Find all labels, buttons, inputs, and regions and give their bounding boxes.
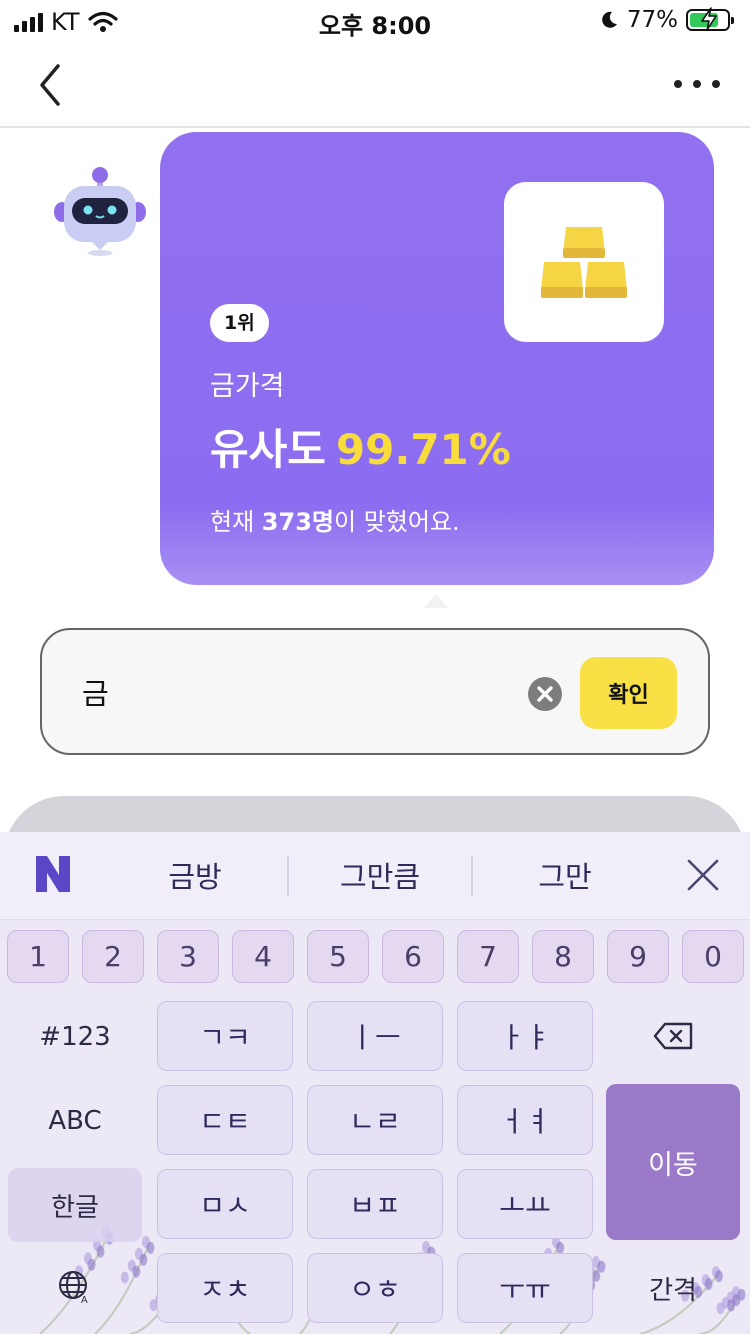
- battery-percent: 77%: [626, 7, 678, 33]
- more-dot: [674, 80, 682, 88]
- close-suggestions-icon[interactable]: [686, 858, 720, 892]
- key-digeut-tieut[interactable]: ㄷㅌ: [157, 1085, 293, 1155]
- move-key[interactable]: 이동: [606, 1084, 740, 1240]
- key-i-eu[interactable]: ㅣㅡ: [307, 1001, 443, 1071]
- moon-icon: [602, 11, 617, 28]
- language-key[interactable]: A: [8, 1252, 142, 1322]
- key-ieung-hieut[interactable]: ㅇㅎ: [307, 1253, 443, 1323]
- key-7[interactable]: 7: [457, 930, 519, 983]
- tooltip-arrow: [424, 594, 448, 608]
- robot-avatar-icon: [54, 167, 146, 256]
- count-suffix: 이 맞혔어요.: [333, 508, 460, 536]
- key-eo-yeo[interactable]: ㅓㅕ: [457, 1085, 593, 1155]
- suggestion-divider: [471, 856, 473, 896]
- suggestion-3[interactable]: 그만: [520, 854, 610, 896]
- key-o-yo[interactable]: ㅗㅛ: [457, 1169, 593, 1239]
- key-8[interactable]: 8: [532, 930, 594, 983]
- backspace-icon: [653, 1022, 693, 1050]
- more-dot: [693, 80, 701, 88]
- chevron-left-icon: [40, 64, 60, 106]
- key-mieum-siot[interactable]: ㅁㅅ: [157, 1169, 293, 1239]
- key-a-ya[interactable]: ㅏㅑ: [457, 1001, 593, 1071]
- hangul-key[interactable]: 한글: [8, 1168, 142, 1242]
- suggestion-divider: [287, 856, 289, 896]
- svg-text:A: A: [81, 1295, 88, 1305]
- key-6[interactable]: 6: [382, 930, 444, 983]
- space-key[interactable]: 간격: [606, 1253, 740, 1323]
- similarity-line: 유사도 99.71%: [210, 416, 511, 477]
- keyboard: 금방 그만큼 그만 1 2 3 4 5 6 7 8 9 0 #123 ABC 한…: [0, 832, 750, 1334]
- confirm-button[interactable]: 확인: [580, 657, 677, 729]
- key-5[interactable]: 5: [307, 930, 369, 983]
- key-9[interactable]: 9: [607, 930, 669, 983]
- suggestion-2[interactable]: 그만큼: [318, 854, 442, 896]
- abc-key[interactable]: ABC: [8, 1086, 142, 1156]
- similarity-value: 99.71%: [335, 425, 511, 474]
- nav-bar: [0, 42, 750, 128]
- charging-bolt-icon: [701, 7, 717, 31]
- key-2[interactable]: 2: [82, 930, 144, 983]
- symbols-key[interactable]: #123: [8, 1002, 142, 1072]
- close-icon: [537, 686, 553, 702]
- suggestion-bar: 금방 그만큼 그만: [0, 832, 750, 920]
- key-3[interactable]: 3: [157, 930, 219, 983]
- suggestion-1[interactable]: 금방: [150, 854, 240, 896]
- key-u-yu[interactable]: ㅜㅠ: [457, 1253, 593, 1323]
- clear-button[interactable]: [528, 677, 562, 711]
- back-button[interactable]: [28, 60, 78, 110]
- key-0[interactable]: 0: [682, 930, 744, 983]
- answer-input[interactable]: [82, 666, 512, 718]
- similarity-label: 유사도: [210, 425, 326, 474]
- more-dot: [712, 80, 720, 88]
- status-bar: KT 오후 8:00 77%: [0, 0, 750, 42]
- backspace-key[interactable]: [606, 1001, 740, 1071]
- count-prefix: 현재: [210, 508, 262, 536]
- more-button[interactable]: [674, 72, 720, 96]
- result-card: 1위 금가격 유사도 99.71% 현재 373명이 맞혔어요.: [160, 132, 714, 585]
- key-nieun-rieul[interactable]: ㄴㄹ: [307, 1085, 443, 1155]
- key-jieut-chieut[interactable]: ㅈㅊ: [157, 1253, 293, 1323]
- key-1[interactable]: 1: [7, 930, 69, 983]
- naver-logo-icon[interactable]: [34, 854, 72, 894]
- rank-badge: 1위: [210, 304, 269, 342]
- globe-icon: A: [59, 1271, 88, 1305]
- answer-input-box: 확인: [40, 628, 710, 755]
- key-4[interactable]: 4: [232, 930, 294, 983]
- status-right: 77%: [599, 7, 734, 33]
- solver-count-line: 현재 373명이 맞혔어요.: [210, 502, 460, 537]
- key-bieup-pieup[interactable]: ㅂㅍ: [307, 1169, 443, 1239]
- solver-count: 373명: [261, 508, 334, 536]
- answer-label: 금가격: [210, 371, 285, 402]
- battery-icon: [686, 7, 734, 31]
- card-image: [504, 182, 664, 342]
- gold-bars-icon: [541, 227, 627, 298]
- key-giyeok-kieuk[interactable]: ㄱㅋ: [157, 1001, 293, 1071]
